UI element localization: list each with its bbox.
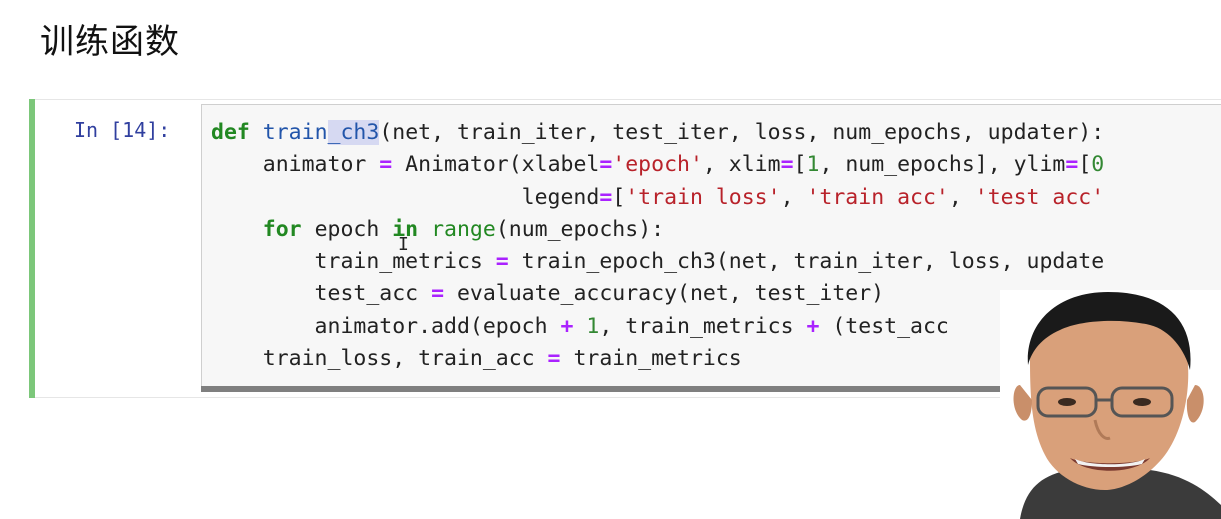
code-line: animator = Animator(xlabel='epoch', xlim…: [211, 149, 1104, 181]
code-token: Animator(xlabel: [392, 152, 600, 178]
code-token: =: [379, 152, 393, 178]
code-token: , xlim: [702, 152, 781, 178]
code-line: for epoch in range(num_epochs):: [211, 214, 1104, 246]
code-token: legend: [211, 184, 600, 210]
page-heading: 训练函数: [40, 22, 180, 62]
code-token: evaluate_accuracy(net, test_iter): [444, 281, 885, 307]
code-token: +: [560, 313, 574, 339]
presenter-video: [1000, 290, 1221, 519]
code-line: train_metrics = train_epoch_ch3(net, tra…: [211, 246, 1105, 278]
code-token: _ch3: [327, 120, 380, 145]
code-token: [: [793, 152, 807, 178]
code-token: =: [547, 346, 561, 372]
code-token: (net, train_iter, test_iter, loss, num_e…: [379, 120, 1105, 145]
code-text[interactable]: def train_ch3(net, train_iter, test_iter…: [211, 117, 1104, 375]
code-token: ,: [780, 184, 807, 210]
code-token: (num_epochs):: [495, 216, 665, 242]
code-token: animator: [211, 152, 380, 178]
code-token: range: [431, 216, 496, 242]
code-token: =: [599, 184, 613, 210]
code-token: =: [431, 281, 445, 307]
code-token: +: [806, 313, 820, 339]
code-token: def: [211, 120, 250, 145]
code-token: =: [1065, 152, 1079, 178]
code-token: epoch: [301, 216, 393, 242]
code-token: train_metrics: [560, 346, 742, 372]
code-token: animator.add(epoch: [211, 313, 561, 339]
code-token: [: [1078, 152, 1092, 178]
code-token: train_epoch_ch3(net, train_iter, loss, u…: [508, 249, 1105, 275]
code-line: legend=['train loss', 'train acc', 'test…: [211, 182, 1105, 214]
code-token: 'train loss': [625, 184, 781, 210]
code-token: , train_metrics: [599, 313, 807, 339]
code-token: 'epoch': [612, 152, 703, 178]
code-token: 1: [586, 313, 600, 339]
code-token: 'train acc': [806, 184, 949, 210]
code-token: [: [612, 184, 626, 210]
cell-prompt: In [14]:: [74, 118, 171, 142]
code-token: train_loss, train_acc: [211, 346, 548, 372]
code-line: animator.add(epoch + 1, train_metrics + …: [211, 311, 1104, 343]
code-token: =: [495, 249, 509, 275]
code-token: (test_acc: [819, 313, 949, 339]
code-line: train_loss, train_acc = train_metrics: [211, 343, 1104, 375]
code-token: test_acc: [211, 281, 432, 307]
code-line: test_acc = evaluate_accuracy(net, test_i…: [211, 278, 1104, 310]
code-token: ,: [948, 184, 975, 210]
cell-selection-bar: [29, 99, 35, 398]
code-token: 1: [806, 152, 820, 178]
code-token: 'test acc': [974, 184, 1105, 210]
code-token: =: [780, 152, 794, 178]
code-token: =: [599, 152, 613, 178]
code-token: , num_epochs], ylim: [819, 152, 1066, 178]
code-token: 0: [1091, 152, 1105, 178]
code-token: train_metrics: [211, 249, 496, 275]
text-cursor-icon: I: [398, 234, 409, 255]
code-line: def train_ch3(net, train_iter, test_iter…: [211, 117, 1104, 149]
code-token: for: [262, 216, 302, 242]
code-token: train: [262, 120, 328, 145]
